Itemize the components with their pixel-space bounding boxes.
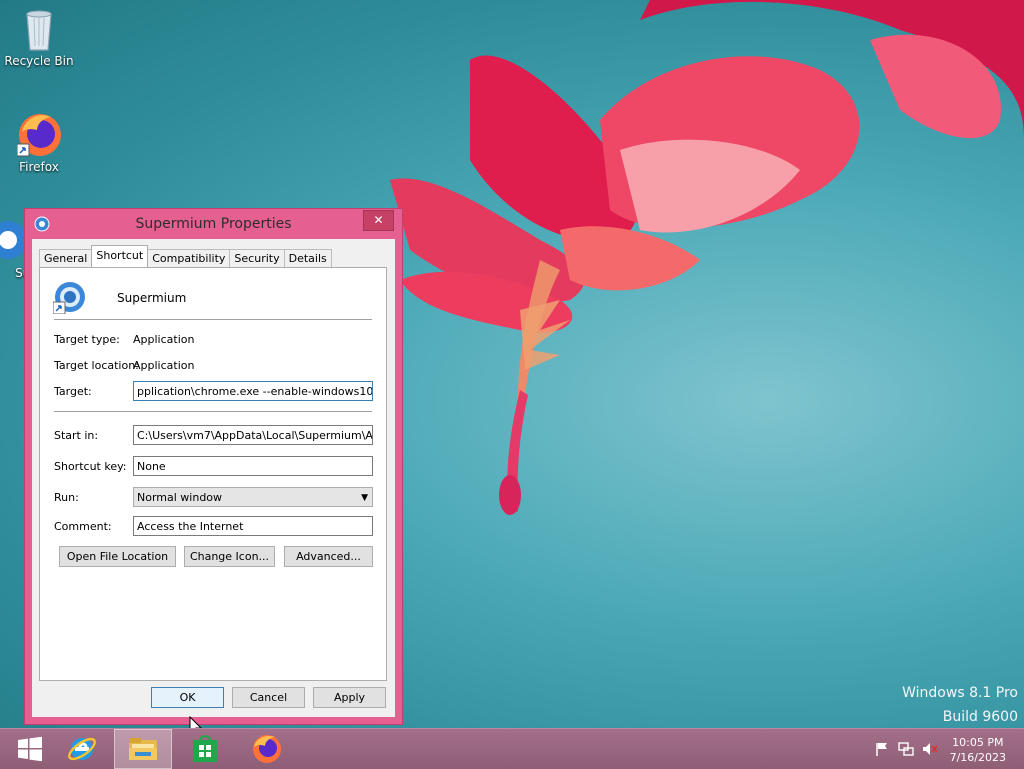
supermium-icon xyxy=(52,280,87,315)
windows-logo-icon xyxy=(18,736,42,762)
target-location-value: Application xyxy=(133,359,195,372)
tab-general[interactable]: General xyxy=(39,249,93,267)
taskbar-firefox[interactable] xyxy=(237,729,297,769)
dialog-title: Supermium Properties xyxy=(135,216,292,232)
start-button[interactable] xyxy=(0,729,60,769)
taskbar: 10:05 PM 7/16/2023 xyxy=(0,728,1024,769)
advanced-button[interactable]: Advanced... xyxy=(284,546,373,567)
close-button[interactable]: ✕ xyxy=(363,210,394,231)
volume-muted-icon[interactable] xyxy=(922,741,938,761)
firefox-icon xyxy=(16,112,61,157)
ok-button[interactable]: OK xyxy=(151,687,224,708)
target-type-value: Application xyxy=(133,333,195,346)
target-input[interactable]: pplication\chrome.exe --enable-windows10… xyxy=(133,381,373,401)
os-build-watermark: Build 9600 xyxy=(942,709,1018,725)
target-location-label: Target location: xyxy=(54,359,139,372)
os-version-watermark: Windows 8.1 Pro xyxy=(902,685,1018,701)
file-explorer-icon xyxy=(129,738,157,760)
system-clock[interactable]: 10:05 PM 7/16/2023 xyxy=(950,735,1006,765)
desktop-icon-label: Firefox xyxy=(19,160,59,174)
open-file-location-button[interactable]: Open File Location xyxy=(59,546,176,567)
tab-details[interactable]: Details xyxy=(283,249,332,267)
start-in-label: Start in: xyxy=(54,429,99,442)
action-center-flag-icon[interactable] xyxy=(874,741,890,761)
tab-strip: General Shortcut Compatibility Security … xyxy=(39,245,332,267)
divider xyxy=(54,319,372,321)
properties-dialog: Supermium Properties ✕ General Shortcut … xyxy=(24,208,403,725)
recycle-bin-icon xyxy=(17,6,61,51)
desktop-icon-firefox[interactable]: Firefox xyxy=(1,112,77,174)
start-in-input[interactable]: C:\Users\vm7\AppData\Local\Supermium\App… xyxy=(133,425,373,445)
windows-store-icon xyxy=(193,735,217,762)
run-select-value: Normal window xyxy=(137,491,223,504)
divider xyxy=(54,411,372,413)
internet-explorer-icon xyxy=(68,737,96,761)
shortcut-key-input[interactable]: None xyxy=(133,456,373,476)
shortcut-key-label: Shortcut key: xyxy=(54,460,127,473)
desktop-icon-recycle-bin[interactable]: Recycle Bin xyxy=(1,6,77,68)
comment-label: Comment: xyxy=(54,520,112,533)
tab-compatibility[interactable]: Compatibility xyxy=(147,249,231,267)
desktop-icon-label: Recycle Bin xyxy=(4,54,74,68)
chevron-down-icon: ▼ xyxy=(361,493,368,503)
run-label: Run: xyxy=(54,491,79,504)
cancel-button[interactable]: Cancel xyxy=(232,687,305,708)
app-name: Supermium xyxy=(117,291,187,305)
apply-button[interactable]: Apply xyxy=(313,687,386,708)
tab-shortcut[interactable]: Shortcut xyxy=(91,245,149,267)
taskbar-windows-store[interactable] xyxy=(175,729,235,769)
dialog-titlebar[interactable]: Supermium Properties ✕ xyxy=(25,209,402,239)
tab-security[interactable]: Security xyxy=(229,249,285,267)
network-icon[interactable] xyxy=(898,741,914,761)
taskbar-file-explorer[interactable] xyxy=(114,729,172,769)
clock-time: 10:05 PM xyxy=(952,736,1004,749)
target-type-label: Target type: xyxy=(54,333,120,346)
taskbar-internet-explorer[interactable] xyxy=(52,729,112,769)
run-select[interactable]: Normal window ▼ xyxy=(133,487,373,507)
target-label: Target: xyxy=(54,385,92,398)
clock-date: 7/16/2023 xyxy=(949,751,1006,764)
shortcut-panel: Supermium Target type: Application Targe… xyxy=(39,267,387,681)
change-icon-button[interactable]: Change Icon... xyxy=(184,546,275,567)
firefox-icon xyxy=(253,735,281,763)
comment-input[interactable]: Access the Internet xyxy=(133,516,373,536)
